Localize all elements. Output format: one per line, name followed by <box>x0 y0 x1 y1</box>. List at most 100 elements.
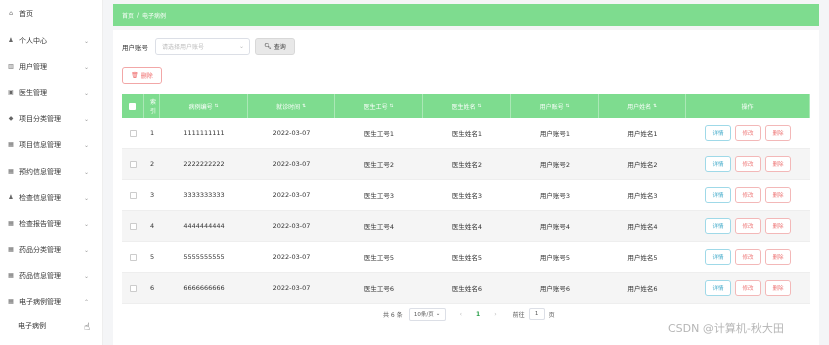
data-table: 索引 病例编号 ⇅ 就诊时间 ⇅ 医生工号 ⇅ 医生姓名 ⇅ 用户账号 ⇅ 用户姓名 ⇅ 操… <box>122 94 810 304</box>
edit-button[interactable]: 修改 <box>735 218 761 234</box>
table-row[interactable]: 1 1111111111 2022-03-07 医生工号1 医生姓名1 用户账号1 用户姓名… <box>122 118 810 149</box>
row-checkbox-cell[interactable] <box>122 118 144 148</box>
cell-no: 5555555555 <box>160 242 248 272</box>
header-user-name[interactable]: 用户姓名 ⇅ <box>599 94 686 118</box>
row-checkbox-cell[interactable] <box>122 242 144 272</box>
row-checkbox[interactable] <box>129 129 137 137</box>
table-row[interactable]: 5 5555555555 2022-03-07 医生工号5 医生姓名5 用户账号5 用户姓名… <box>122 242 810 273</box>
sort-icon[interactable]: ⇅ <box>390 104 394 109</box>
goto-page-input[interactable]: 1 <box>528 308 545 320</box>
edit-button[interactable]: 修改 <box>735 280 761 296</box>
batch-delete-label: 删除 <box>140 73 153 80</box>
detail-button[interactable]: 详情 <box>705 280 731 296</box>
delete-button[interactable]: 删除 <box>765 280 791 296</box>
page-number-current[interactable]: 1 <box>476 311 480 318</box>
table-row[interactable]: 4 4444444444 2022-03-07 医生工号4 医生姓名4 用户账号4 用户姓名… <box>122 211 810 242</box>
cell-no-value: 4444444444 <box>183 222 225 230</box>
header-user-id[interactable]: 用户账号 ⇅ <box>511 94 599 118</box>
next-page-icon[interactable]: › <box>494 311 496 318</box>
sidebar-subitem-medical-record[interactable]: 电子病例 <box>18 318 46 334</box>
cell-user_name-value: 用户姓名3 <box>627 192 658 200</box>
cell-index: 4 <box>144 211 160 241</box>
table-row[interactable]: 3 3333333333 2022-03-07 医生工号3 医生姓名3 用户账号3 用户姓名… <box>122 180 810 211</box>
detail-button[interactable]: 详情 <box>705 125 731 141</box>
pagination-total: 共 6 条 <box>383 311 403 319</box>
cell-no: 2222222222 <box>160 149 248 179</box>
cell-index-value: 1 <box>150 129 155 137</box>
delete-button[interactable]: 删除 <box>765 156 791 172</box>
cell-index: 6 <box>144 273 160 303</box>
sidebar-item-5[interactable]: ▦ 项目信息管理 ⌄ <box>0 135 103 155</box>
sidebar-item-label: 电子病例管理 <box>19 298 61 306</box>
row-checkbox[interactable] <box>129 222 137 230</box>
edit-button[interactable]: 修改 <box>735 249 761 265</box>
delete-button[interactable]: 删除 <box>765 187 791 203</box>
header-checkbox-cell[interactable] <box>122 94 144 118</box>
sidebar-item-1[interactable]: ♟ 个人中心 ⌄ <box>0 31 103 51</box>
prev-page-icon[interactable]: ‹ <box>460 311 462 318</box>
header-doctor-id[interactable]: 医生工号 ⇅ <box>335 94 423 118</box>
delete-button[interactable]: 删除 <box>765 218 791 234</box>
table-row[interactable]: 6 6666666666 2022-03-07 医生工号6 医生姓名6 用户账号6 用户姓名… <box>122 273 810 304</box>
sidebar-item-2[interactable]: ▥ 用户管理 ⌄ <box>0 57 103 77</box>
cell-index: 2 <box>144 149 160 179</box>
delete-button[interactable]: 删除 <box>765 249 791 265</box>
sort-icon[interactable]: ⇅ <box>215 104 219 109</box>
batch-delete-button[interactable]: 🗑︎ 删除 <box>122 67 162 84</box>
row-checkbox-cell[interactable] <box>122 180 144 210</box>
select-all-checkbox[interactable] <box>129 102 136 110</box>
row-checkbox-cell[interactable] <box>122 273 144 303</box>
sort-icon[interactable]: ⇅ <box>653 104 657 109</box>
table-row[interactable]: 2 2222222222 2022-03-07 医生工号2 医生姓名2 用户账号2 用户姓名… <box>122 149 810 180</box>
header-date[interactable]: 就诊时间 ⇅ <box>248 94 335 118</box>
edit-button[interactable]: 修改 <box>735 125 761 141</box>
sidebar-item-6[interactable]: ▦ 预约信息管理 ⌄ <box>0 162 103 182</box>
breadcrumb-home[interactable]: 首页 <box>122 11 134 20</box>
cell-doctor_name: 医生姓名6 <box>423 273 511 303</box>
cell-actions: 详情 修改 删除 <box>686 211 810 241</box>
sort-icon[interactable]: ⇅ <box>302 104 306 109</box>
detail-button[interactable]: 详情 <box>705 187 731 203</box>
sidebar-item-4[interactable]: ◆ 项目分类管理 ⌄ <box>0 109 103 129</box>
sidebar-item-label: 项目信息管理 <box>19 141 61 149</box>
search-button[interactable]: 🔍︎ 查询 <box>255 38 295 55</box>
doctor-icon: ▣ <box>8 89 14 96</box>
sidebar-item-0[interactable]: ⌂ 首页 <box>0 4 103 24</box>
cell-index-value: 4 <box>150 222 155 230</box>
row-checkbox[interactable] <box>129 284 137 292</box>
user-account-select[interactable]: 请选择用户账号 ⌄ <box>155 38 250 55</box>
sort-icon[interactable]: ⇅ <box>478 104 482 109</box>
sidebar-item-9[interactable]: ▦ 药品分类管理 ⌄ <box>0 240 103 260</box>
edit-button[interactable]: 修改 <box>735 156 761 172</box>
header-user-id-label: 用户账号 <box>539 103 564 111</box>
row-checkbox[interactable] <box>129 253 137 261</box>
delete-button[interactable]: 删除 <box>765 125 791 141</box>
row-checkbox-cell[interactable] <box>122 211 144 241</box>
sidebar: ⌂ 首页 ♟ 个人中心 ⌄ ▥ 用户管理 ⌄ ▣ 医生管理 ⌄ ◆ 项目分类管理 ⌄ ▦ 项目信息管理 ⌄ ▦ 预约… <box>0 0 103 345</box>
row-checkbox-cell[interactable] <box>122 149 144 179</box>
detail-button[interactable]: 详情 <box>705 218 731 234</box>
grid-icon: ▦ <box>8 298 14 305</box>
row-checkbox[interactable] <box>129 191 137 199</box>
user-icon: ♟ <box>8 37 14 44</box>
page-size-select[interactable]: 10条/页 ⌄ <box>408 307 446 321</box>
sidebar-item-label: 项目分类管理 <box>19 115 61 123</box>
sort-icon[interactable]: ⇅ <box>566 104 570 109</box>
cell-doctor_id-value: 医生工号4 <box>363 223 395 231</box>
sidebar-item-11[interactable]: ▦ 电子病例管理 ⌃ <box>0 292 103 312</box>
row-checkbox[interactable] <box>129 160 137 168</box>
header-no[interactable]: 病例编号 ⇅ <box>160 94 248 118</box>
goto-page-value: 1 <box>534 311 539 317</box>
cell-doctor_name-value: 医生姓名1 <box>451 130 483 138</box>
sidebar-item-7[interactable]: ♟ 检查信息管理 ⌄ <box>0 188 103 208</box>
detail-button[interactable]: 详情 <box>705 249 731 265</box>
sidebar-item-8[interactable]: ▦ 检查报告管理 ⌄ <box>0 214 103 234</box>
cell-index: 5 <box>144 242 160 272</box>
cell-actions: 详情 修改 删除 <box>686 180 810 210</box>
sidebar-item-3[interactable]: ▣ 医生管理 ⌄ <box>0 83 103 103</box>
pointer-cursor-icon: ☝ <box>84 322 91 333</box>
header-doctor-name[interactable]: 医生姓名 ⇅ <box>423 94 511 118</box>
sidebar-item-10[interactable]: ▦ 药品信息管理 ⌄ <box>0 266 103 286</box>
detail-button[interactable]: 详情 <box>705 156 731 172</box>
edit-button[interactable]: 修改 <box>735 187 761 203</box>
